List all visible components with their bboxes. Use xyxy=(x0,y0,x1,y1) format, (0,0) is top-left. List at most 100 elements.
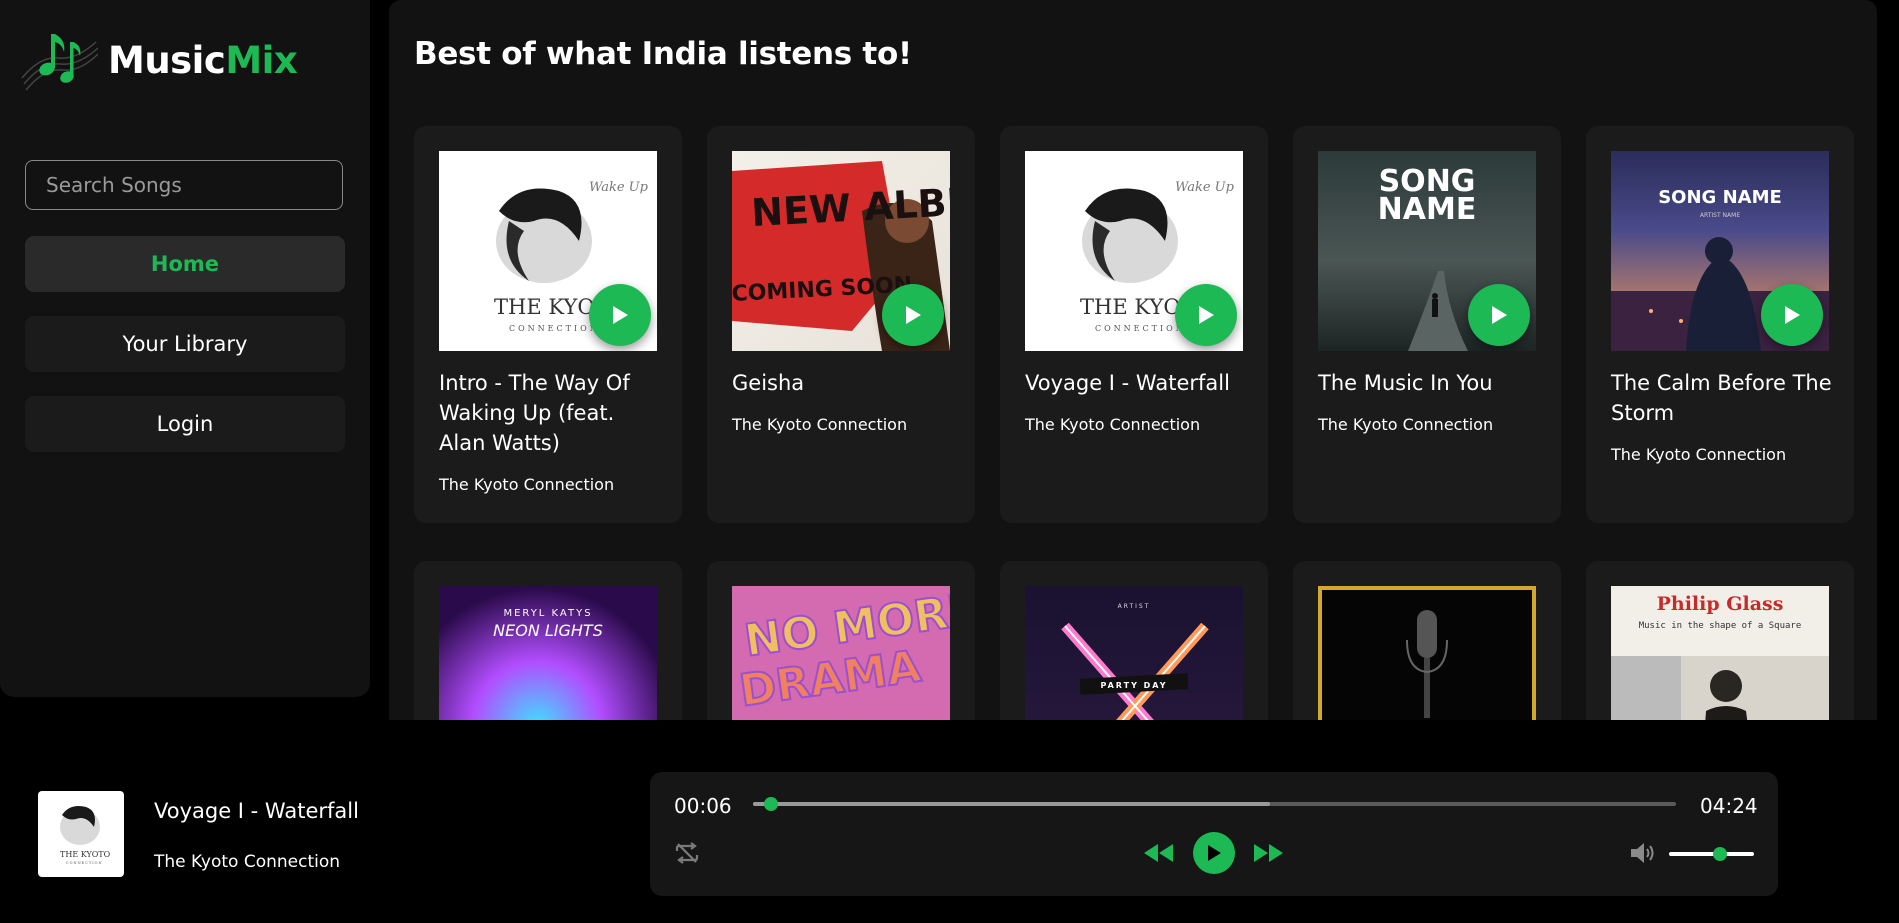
album-cover: SONG NAME ARTIST NAME xyxy=(1611,151,1829,351)
play-icon xyxy=(1199,306,1214,324)
section-title: Best of what India listens to! xyxy=(414,36,912,72)
nav-login-button[interactable]: Login xyxy=(25,396,345,452)
cover-text: SONG NAME xyxy=(1658,187,1782,208)
app-name: MusicMix xyxy=(108,38,298,82)
now-playing-cover: THE KYOTO CONNECTION xyxy=(38,791,124,877)
repeat-icon xyxy=(675,842,699,864)
search-input[interactable] xyxy=(25,160,343,210)
song-card[interactable]: Wake Up THE KYOTO CONNECTION Intro - The… xyxy=(414,126,682,523)
play-button[interactable] xyxy=(882,284,944,346)
play-icon xyxy=(1785,306,1800,324)
volume-icon xyxy=(1631,843,1654,863)
song-title: Geisha xyxy=(732,371,805,395)
play-button[interactable] xyxy=(1468,284,1530,346)
play-icon xyxy=(906,306,921,324)
rewind-button[interactable] xyxy=(1140,840,1176,866)
song-title: Intro - The Way Of Waking Up (feat. Alan… xyxy=(439,371,630,455)
play-button[interactable] xyxy=(589,284,651,346)
cover-text: Philip Glass xyxy=(1657,593,1784,615)
album-cover: NO MORE DRAMA xyxy=(732,586,950,720)
cover-sub: CONNECTION xyxy=(1095,324,1186,333)
song-artist: The Kyoto Connection xyxy=(439,475,615,494)
volume-button[interactable] xyxy=(1628,839,1658,867)
card-info: The Calm Before The Storm The Kyoto Conn… xyxy=(1611,368,1836,470)
progress-knob[interactable] xyxy=(764,797,779,811)
song-title: The Calm Before The Storm xyxy=(1611,371,1832,425)
progress-bar[interactable] xyxy=(753,797,1676,811)
card-info: Geisha The Kyoto Connection xyxy=(732,368,957,440)
play-icon xyxy=(613,306,628,324)
nav-library-button[interactable]: Your Library xyxy=(25,316,345,372)
total-duration: 04:24 xyxy=(1700,794,1758,818)
song-title: Voyage I - Waterfall xyxy=(1025,371,1230,395)
cover-sub: CONNECTION xyxy=(66,861,103,865)
philip-glass-cover-art: Philip Glass Music in the shape of a Squ… xyxy=(1611,593,1829,720)
kyoto-cover-art: THE KYOTO CONNECTION xyxy=(60,806,111,865)
song-card[interactable]: NEW ALBUM COMING SOON Geisha The Kyoto C… xyxy=(707,126,975,523)
song-artist: The Kyoto Connection xyxy=(1611,445,1787,464)
album-cover: Wake Up THE KYOTO CONNECTION xyxy=(1025,151,1243,351)
cover-text: ARTIST xyxy=(1118,603,1151,610)
cover-sub: NEON LIGHTS xyxy=(493,621,603,640)
cover-sub: ARTIST NAME xyxy=(1700,212,1740,219)
album-cover: SONG NAME xyxy=(1318,151,1536,351)
sidebar: MusicMix Home Your Library Login xyxy=(0,0,370,697)
music-note-logo-icon xyxy=(21,34,98,91)
album-cover: Philip Glass Music in the shape of a Squ… xyxy=(1611,586,1829,720)
song-artist: The Kyoto Connection xyxy=(1318,415,1494,434)
play-pause-button[interactable] xyxy=(1193,832,1235,874)
cover-sub: CONNECTION xyxy=(509,324,600,333)
album-cover: Wake Up THE KYOTO CONNECTION xyxy=(439,151,657,351)
song-card[interactable]: SONG NAME ARTIST NAME The Calm Before Th… xyxy=(1586,126,1854,523)
no-more-drama-cover-art: NO MORE DRAMA xyxy=(735,586,950,718)
play-button[interactable] xyxy=(1761,284,1823,346)
song-title: The Music In You xyxy=(1318,371,1493,395)
play-button[interactable] xyxy=(1175,284,1237,346)
neon-lights-cover-art: MERYL KATYS NEON LIGHTS xyxy=(493,608,603,640)
party-day-cover-art: ARTIST PARTY DAY xyxy=(1061,603,1209,720)
cover-sub: PARTY DAY xyxy=(1100,681,1167,690)
album-cover xyxy=(1318,586,1536,720)
cover-sub: NAME xyxy=(1378,192,1477,227)
volume-knob[interactable] xyxy=(1713,847,1727,861)
song-card[interactable]: SONG NAME The Music In You The Kyoto Con… xyxy=(1293,126,1561,523)
nav-home-button[interactable]: Home xyxy=(25,236,345,292)
now-playing-title: Voyage I - Waterfall xyxy=(154,799,359,823)
song-card[interactable]: ARTIST PARTY DAY xyxy=(1000,561,1268,720)
current-time: 00:06 xyxy=(674,794,732,818)
cover-text: MERYL KATYS xyxy=(503,608,592,619)
play-icon xyxy=(1492,306,1507,324)
song-card[interactable]: NO MORE DRAMA xyxy=(707,561,975,720)
album-cover: MERYL KATYS NEON LIGHTS xyxy=(439,586,657,720)
fast-forward-button[interactable] xyxy=(1251,840,1287,866)
card-info: The Music In You The Kyoto Connection xyxy=(1318,368,1543,440)
cover-script: Wake Up xyxy=(589,180,649,195)
play-icon xyxy=(1208,845,1221,861)
player-bar: THE KYOTO CONNECTION Voyage I - Waterfal… xyxy=(0,722,1899,923)
album-cover: NEW ALBUM COMING SOON xyxy=(732,151,950,351)
volume-slider[interactable] xyxy=(1669,847,1754,861)
album-cover: ARTIST PARTY DAY xyxy=(1025,586,1243,720)
app-logo[interactable]: MusicMix xyxy=(20,28,298,92)
playback-controls: 00:06 04:24 xyxy=(650,772,1778,896)
logo-part-2: Mix xyxy=(225,38,298,82)
microphone-cover-art xyxy=(1406,610,1448,718)
rewind-icon xyxy=(1144,844,1173,862)
song-card[interactable]: MERYL KATYS NEON LIGHTS xyxy=(414,561,682,720)
card-info: Voyage I - Waterfall The Kyoto Connectio… xyxy=(1025,368,1250,440)
song-artist: The Kyoto Connection xyxy=(732,415,908,434)
song-card[interactable] xyxy=(1293,561,1561,720)
repeat-button[interactable] xyxy=(672,838,702,868)
progress-buffer xyxy=(753,802,1270,806)
song-artist: The Kyoto Connection xyxy=(1025,415,1201,434)
song-card[interactable]: Wake Up THE KYOTO CONNECTION Voyage I - … xyxy=(1000,126,1268,523)
song-card[interactable]: Philip Glass Music in the shape of a Squ… xyxy=(1586,561,1854,720)
cover-script: Wake Up xyxy=(1175,180,1235,195)
logo-part-1: Music xyxy=(108,38,226,82)
cover-text: THE KYOTO xyxy=(60,850,111,859)
main-content: Best of what India listens to! Wake Up T… xyxy=(389,0,1877,720)
now-playing-artist: The Kyoto Connection xyxy=(154,852,341,872)
fast-forward-icon xyxy=(1254,844,1283,862)
card-info: Intro - The Way Of Waking Up (feat. Alan… xyxy=(439,368,664,500)
cover-sub: Music in the shape of a Square xyxy=(1639,621,1802,631)
